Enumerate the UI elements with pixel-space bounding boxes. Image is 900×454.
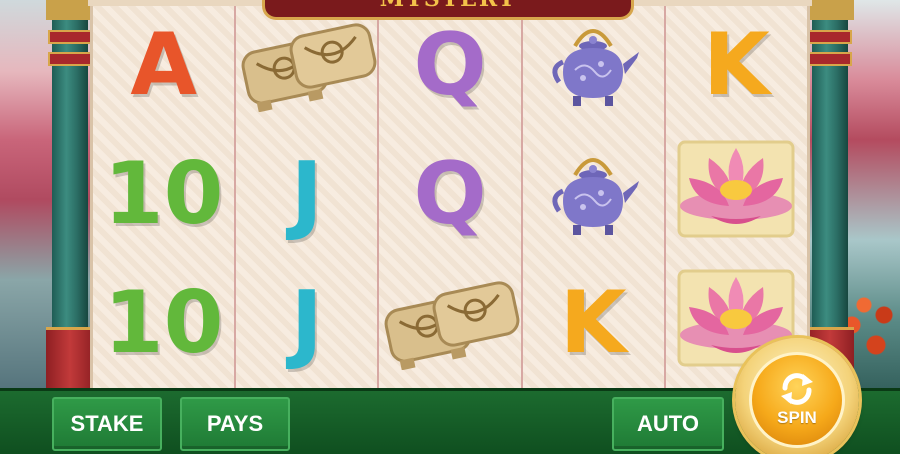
geta-sandals-icon — [380, 270, 520, 375]
lotus-icon — [671, 136, 801, 251]
stake-label: STAKE — [70, 411, 144, 436]
game-title: MYSTERY — [380, 0, 516, 12]
symbol-cell: 10 — [93, 258, 234, 387]
reel-4: K — [522, 0, 666, 388]
reel-3: QQ — [379, 0, 523, 388]
auto-button[interactable]: AUTO — [612, 397, 724, 451]
stake-button[interactable]: STAKE — [52, 397, 162, 451]
symbol-cell — [379, 258, 520, 387]
spin-button[interactable]: SPIN — [735, 338, 859, 454]
right-pillar — [806, 0, 854, 400]
left-pillar — [46, 0, 94, 400]
letter-symbol-k: K — [703, 14, 770, 115]
refresh-arrows-icon — [781, 373, 813, 405]
letter-symbol-10: 10 — [103, 143, 224, 244]
pays-button[interactable]: PAYS — [180, 397, 290, 451]
symbol-cell: 10 — [93, 129, 234, 258]
reel-grid: A 10 10 J J Q Q K K — [90, 0, 810, 388]
spin-label: SPIN — [777, 408, 817, 427]
game-title-banner: MYSTERY — [262, 0, 634, 20]
symbol-cell: J — [236, 258, 377, 387]
letter-symbol-j: J — [290, 143, 323, 244]
symbol-cell: K — [523, 258, 664, 387]
teapot-icon — [545, 12, 641, 117]
auto-label: AUTO — [637, 411, 699, 436]
reel-1: A 10 10 — [93, 0, 237, 388]
symbol-cell: Q — [379, 129, 520, 258]
letter-symbol-q: Q — [413, 14, 487, 115]
pays-label: PAYS — [206, 411, 264, 436]
symbol-cell: K — [666, 0, 807, 129]
symbol-cell: J — [236, 129, 377, 258]
letter-symbol-a: A — [130, 14, 197, 115]
geta-sandals-icon — [237, 12, 377, 117]
symbol-cell — [523, 129, 664, 258]
symbol-cell — [666, 129, 807, 258]
letter-symbol-j: J — [290, 272, 323, 373]
reel-2: JJ — [236, 0, 380, 388]
symbol-cell: A — [93, 0, 234, 129]
teapot-icon — [545, 141, 641, 246]
slot-game-screen: A1010JJQQKK MYSTERY STAKE PAYS AUTO SPIN — [0, 0, 900, 454]
letter-symbol-10: 10 — [103, 272, 224, 373]
letter-symbol-q: Q — [413, 143, 487, 244]
reel-5: K — [665, 0, 808, 388]
letter-symbol-k: K — [559, 272, 627, 373]
